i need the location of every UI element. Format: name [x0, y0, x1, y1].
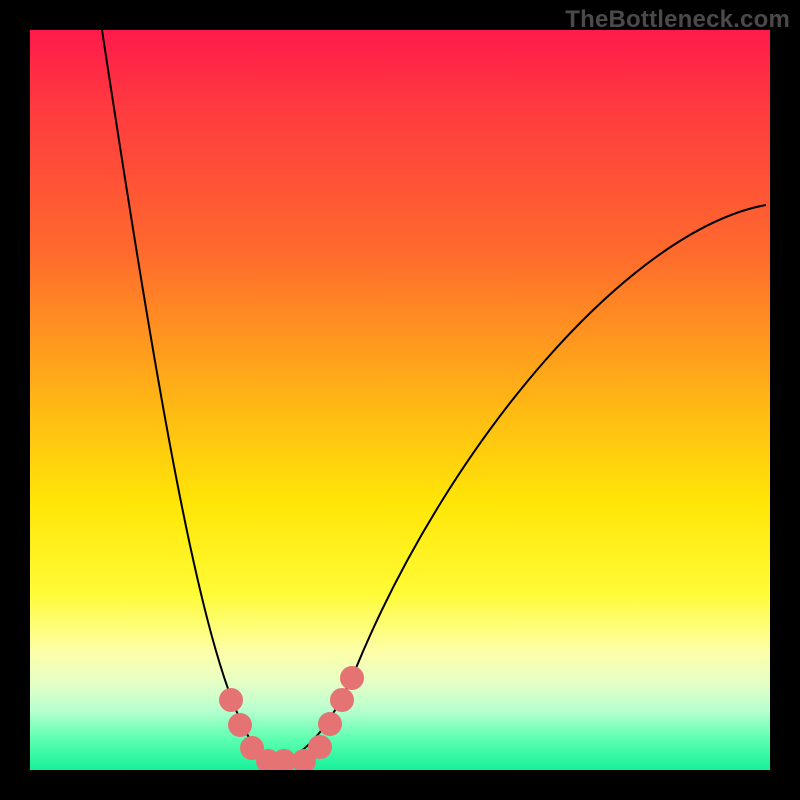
- marker-0: [219, 688, 243, 712]
- marker-9: [340, 666, 364, 690]
- marker-1: [228, 713, 252, 737]
- marker-8: [330, 688, 354, 712]
- marker-7: [318, 712, 342, 736]
- chart-container: TheBottleneck.com: [0, 0, 800, 800]
- plot-area: [30, 30, 770, 770]
- main-curve: [102, 30, 766, 760]
- curve-svg: [30, 30, 770, 770]
- markers-group: [219, 666, 364, 770]
- marker-6: [308, 735, 332, 759]
